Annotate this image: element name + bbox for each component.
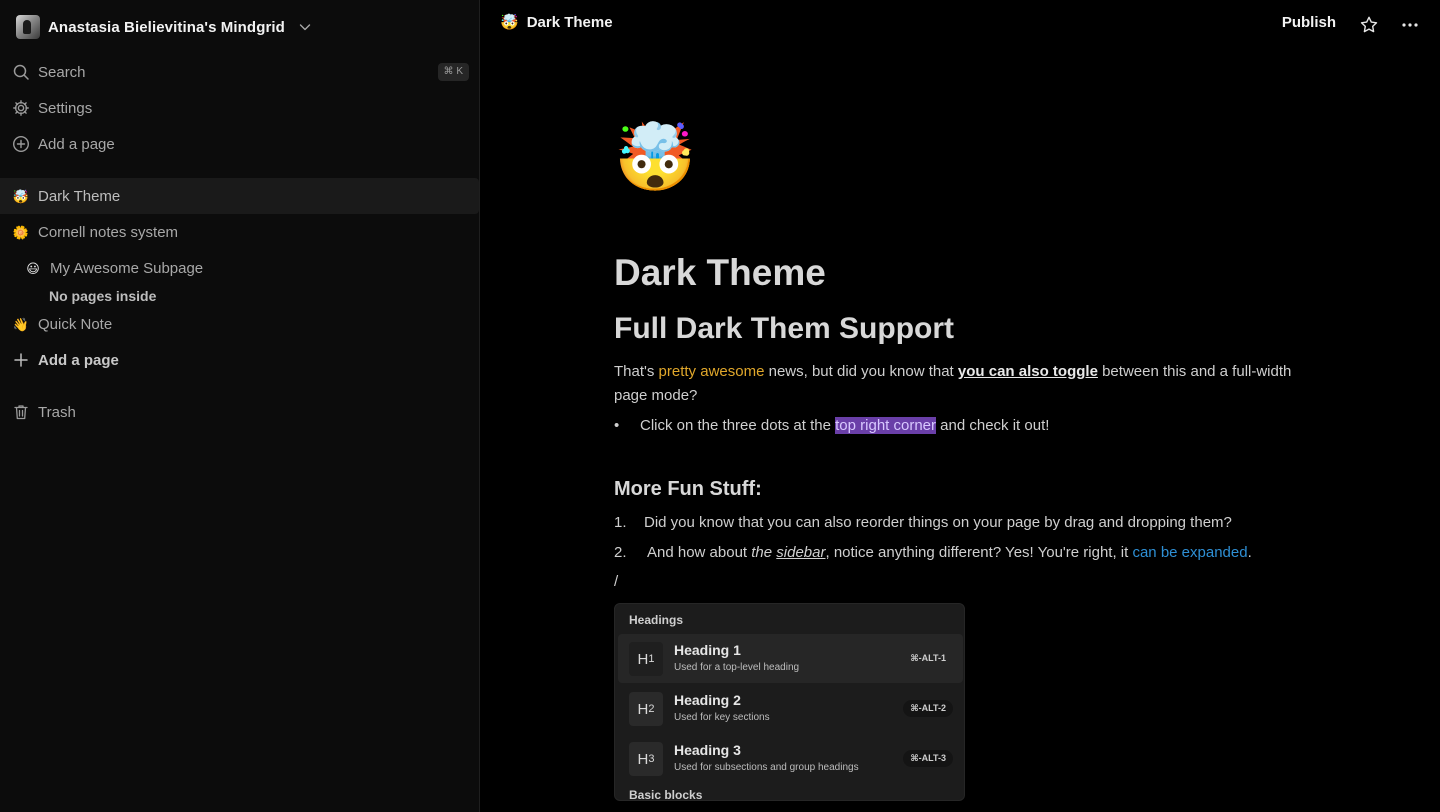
bullet-text: Click on the three dots at the xyxy=(640,417,836,434)
heading-3-icon: H3 xyxy=(629,742,663,776)
italic-underlined-text: sidebar xyxy=(776,544,826,561)
heading-icon-letter: H xyxy=(637,750,649,768)
workspace-name: Anastasia Bielievitina's Mindgrid xyxy=(48,18,285,36)
sidebar-trash[interactable]: Trash xyxy=(0,394,479,430)
heading-icon-level: 1 xyxy=(648,653,655,665)
heading-full-dark-theme[interactable]: Full Dark Them Support xyxy=(614,312,954,346)
star-icon[interactable] xyxy=(1359,15,1379,35)
menu-item-description: Used for subsections and group headings xyxy=(674,762,859,773)
page-cover-emoji-icon[interactable]: 🤯 xyxy=(614,124,696,190)
numbered-list-item[interactable]: 1. Did you know that you can also reorder… xyxy=(614,512,1232,534)
list-text: And how about xyxy=(647,544,752,561)
menu-item-shortcut: ⌘-ALT-2 xyxy=(903,700,953,717)
heading-more-fun-stuff[interactable]: More Fun Stuff: xyxy=(614,478,762,501)
gear-icon xyxy=(12,99,30,117)
menu-item-title: Heading 3 xyxy=(674,742,741,758)
sidebar-add-page-bottom[interactable]: Add a page xyxy=(0,342,479,378)
sidebar-add-page-label: Add a page xyxy=(38,135,115,153)
sidebar-page-label: My Awesome Subpage xyxy=(50,259,204,277)
smiley-emoji-icon: 😃 xyxy=(26,260,40,276)
menu-item-heading-2[interactable]: H2 Heading 2 Used for key sections ⌘-ALT… xyxy=(618,684,963,733)
bullet-item[interactable]: • Click on the three dots at the top righ… xyxy=(614,414,1049,438)
workspace-avatar xyxy=(16,15,40,39)
para-text: news, but did you know that xyxy=(764,363,958,380)
sidebar-page-dark-theme[interactable]: 🤯 Dark Theme xyxy=(0,178,479,214)
menu-item-description: Used for a top-level heading xyxy=(674,662,800,673)
page-title[interactable]: Dark Theme xyxy=(614,252,826,294)
menu-item-title: Heading 2 xyxy=(674,692,741,708)
more-options-icon[interactable] xyxy=(1400,15,1420,35)
exploding-head-emoji-icon: 🤯 xyxy=(500,14,519,31)
menu-section-headings: Headings xyxy=(629,613,684,627)
para-text: That's xyxy=(614,363,659,380)
bold-underlined-text: you can also toggle xyxy=(957,363,1098,380)
heading-icon-level: 3 xyxy=(648,753,655,765)
menu-item-title: Heading 1 xyxy=(674,642,741,658)
list-text: . xyxy=(1247,544,1252,561)
bullet-marker: • xyxy=(614,417,620,434)
paragraph-intro[interactable]: That's pretty awesome news, but did you … xyxy=(614,360,1304,408)
exploding-head-emoji-icon: 🤯 xyxy=(12,188,30,204)
list-text: Did you know that you can also reorder t… xyxy=(644,514,1232,531)
blossom-emoji-icon: 🌼 xyxy=(12,224,30,240)
heading-icon-letter: H xyxy=(637,650,649,668)
sidebar-page-label: Cornell notes system xyxy=(38,223,179,241)
search-shortcut-badge: ⌘ K xyxy=(437,63,469,81)
sidebar-page-quick-note[interactable]: 👋 Quick Note xyxy=(0,306,479,342)
yellow-highlight-text: pretty awesome xyxy=(658,363,765,380)
purple-highlight-text: top right corner xyxy=(835,417,937,434)
search-icon xyxy=(12,63,30,81)
sidebar-add-page-top[interactable]: Add a page xyxy=(0,126,479,162)
italic-text: the xyxy=(751,544,773,561)
plus-icon xyxy=(12,351,30,369)
heading-1-icon: H1 xyxy=(629,642,663,676)
sidebar-page-cornell-notes[interactable]: 🌼 Cornell notes system xyxy=(0,214,479,250)
list-number: 1. xyxy=(614,514,627,531)
menu-item-heading-1[interactable]: H1 Heading 1 Used for a top-level headin… xyxy=(618,634,963,683)
breadcrumb[interactable]: 🤯 Dark Theme xyxy=(500,14,613,31)
menu-section-basic-blocks: Basic blocks xyxy=(629,788,703,801)
publish-button[interactable]: Publish xyxy=(1282,14,1336,31)
numbered-list-item[interactable]: 2. And how about the sidebar, notice anyt… xyxy=(614,542,1252,564)
menu-item-shortcut: ⌘-ALT-3 xyxy=(903,750,953,767)
sidebar-subpage-awesome[interactable]: 😃 My Awesome Subpage xyxy=(0,250,479,286)
trash-icon xyxy=(12,403,30,421)
workspace-switcher[interactable]: Anastasia Bielievitina's Mindgrid xyxy=(16,14,313,40)
heading-icon-level: 2 xyxy=(648,703,655,715)
slash-command-input[interactable]: / xyxy=(614,573,618,590)
sidebar: Anastasia Bielievitina's Mindgrid Search… xyxy=(0,0,480,812)
bullet-text: and check it out! xyxy=(936,417,1050,434)
menu-item-shortcut: ⌘-ALT-1 xyxy=(910,653,946,663)
chevron-down-icon xyxy=(299,24,311,31)
sidebar-trash-label: Trash xyxy=(38,403,76,421)
list-text: , notice anything different? Yes! You're… xyxy=(825,544,1133,561)
sidebar-search-label: Search xyxy=(38,63,86,81)
menu-item-heading-3[interactable]: H3 Heading 3 Used for subsections and gr… xyxy=(618,734,963,783)
heading-icon-letter: H xyxy=(637,700,649,718)
topbar: 🤯 Dark Theme Publish xyxy=(480,0,1440,50)
heading-2-icon: H2 xyxy=(629,692,663,726)
sidebar-add-page-label: Add a page xyxy=(38,351,119,369)
slash-command-menu: Headings H1 Heading 1 Used for a top-lev… xyxy=(614,603,965,801)
waving-hand-emoji-icon: 👋 xyxy=(12,316,30,332)
sidebar-search[interactable]: Search ⌘ K xyxy=(0,54,479,90)
sidebar-page-label: Quick Note xyxy=(38,315,113,333)
menu-item-description: Used for key sections xyxy=(674,712,770,723)
sidebar-settings-label: Settings xyxy=(38,99,93,117)
sidebar-settings[interactable]: Settings xyxy=(0,90,479,126)
expandable-link[interactable]: can be expanded xyxy=(1132,544,1247,561)
no-pages-inside-text: No pages inside xyxy=(49,288,157,304)
breadcrumb-title: Dark Theme xyxy=(526,14,613,31)
sidebar-page-label: Dark Theme xyxy=(38,187,121,205)
list-number: 2. xyxy=(614,544,627,561)
plus-circle-icon xyxy=(12,135,30,153)
